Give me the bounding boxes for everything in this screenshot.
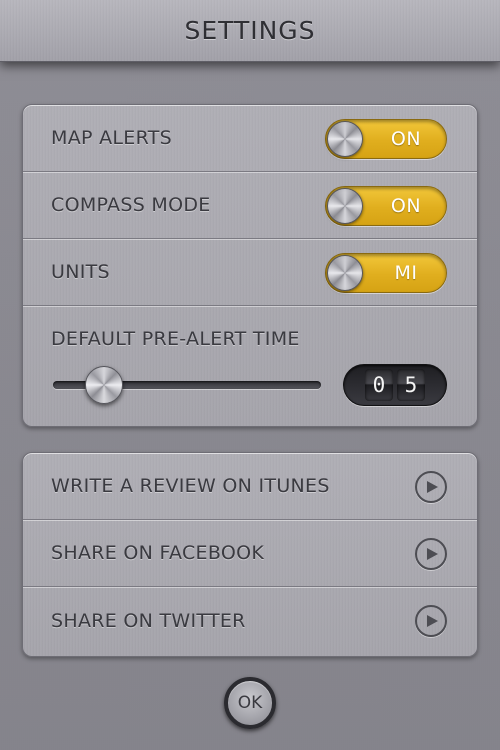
counter-digit: 0 xyxy=(365,369,393,401)
write-review-label: WRITE A REVIEW ON ITUNES xyxy=(51,475,330,497)
counter-digit: 5 xyxy=(397,369,425,401)
settings-panel: MAP ALERTS ON COMPASS MODE ON UNITS MI D… xyxy=(22,104,478,427)
map-alerts-row: MAP ALERTS ON xyxy=(23,105,477,172)
share-panel: WRITE A REVIEW ON ITUNES SHARE ON FACEBO… xyxy=(22,452,478,657)
share-facebook-label: SHARE ON FACEBOOK xyxy=(51,542,265,564)
toggle-knob[interactable] xyxy=(327,121,363,157)
compass-mode-row: COMPASS MODE ON xyxy=(23,172,477,239)
pre-alert-row: DEFAULT PRE-ALERT TIME 0 5 xyxy=(23,306,477,424)
compass-mode-state: ON xyxy=(390,195,422,217)
units-state: MI xyxy=(394,262,418,284)
write-review-row[interactable]: WRITE A REVIEW ON ITUNES xyxy=(23,453,477,520)
pre-alert-slider-knob[interactable] xyxy=(85,366,123,404)
page-title: SETTINGS xyxy=(184,16,316,45)
units-row: UNITS MI xyxy=(23,239,477,306)
share-twitter-label: SHARE ON TWITTER xyxy=(51,609,246,632)
units-toggle[interactable]: MI xyxy=(325,253,447,293)
units-label: UNITS xyxy=(51,261,110,283)
pre-alert-counter: 0 5 xyxy=(343,364,447,406)
compass-mode-label: COMPASS MODE xyxy=(51,194,211,216)
ok-button[interactable]: OK xyxy=(224,677,276,729)
compass-mode-toggle[interactable]: ON xyxy=(325,186,447,226)
pre-alert-label: DEFAULT PRE-ALERT TIME xyxy=(51,328,300,350)
share-facebook-row[interactable]: SHARE ON FACEBOOK xyxy=(23,520,477,587)
share-twitter-row[interactable]: SHARE ON TWITTER xyxy=(23,587,477,654)
map-alerts-toggle[interactable]: ON xyxy=(325,119,447,159)
toggle-knob[interactable] xyxy=(327,255,363,291)
toggle-knob[interactable] xyxy=(327,188,363,224)
play-circle-icon[interactable] xyxy=(415,471,447,503)
map-alerts-label: MAP ALERTS xyxy=(51,127,172,149)
play-circle-icon[interactable] xyxy=(415,605,447,637)
map-alerts-state: ON xyxy=(390,128,422,150)
title-bar: SETTINGS xyxy=(0,0,500,62)
play-circle-icon[interactable] xyxy=(415,538,447,570)
